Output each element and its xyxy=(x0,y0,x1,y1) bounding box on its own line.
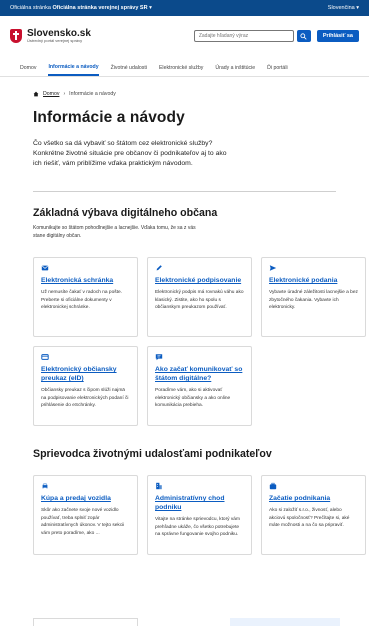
card-title[interactable]: Administratívny chod podniku xyxy=(155,494,245,512)
nav-item-e-services[interactable]: Elektronické služby xyxy=(159,59,203,76)
section-title-business-guide: Sprievodca životnými udalosťami podnikat… xyxy=(33,448,272,460)
briefcase-icon xyxy=(269,482,277,490)
site-header: Slovensko.sk Ústredný portál verejnej sp… xyxy=(0,16,369,56)
section-title-digital-citizen: Základná výbava digitálneho občana xyxy=(33,207,218,219)
feedback-panel-fragment xyxy=(230,618,340,626)
chat-icon xyxy=(155,354,163,361)
card-description: Vybavte úradné záležitosti lacnejšie a b… xyxy=(269,290,358,311)
send-icon xyxy=(269,265,277,271)
card-title[interactable]: Začatie podnikania xyxy=(269,494,359,503)
card-starting-business[interactable]: Začatie podnikania Ako si založiť s.r.o.… xyxy=(261,475,366,555)
card-vehicle-purchase[interactable]: Kúpa a predaj vozidla Skôr ako začnete s… xyxy=(33,475,138,555)
search-icon xyxy=(300,32,307,40)
card-description: Skôr ako začnete svoje nové vozidlo použ… xyxy=(41,508,125,536)
gov-bar-text[interactable]: Oficiálna stránka Oficiálna stránka vere… xyxy=(10,5,152,11)
pen-icon xyxy=(156,265,162,271)
card-e-mailbox[interactable]: Elektronická schránka Už nemusíte čakať … xyxy=(33,257,138,337)
crest-icon xyxy=(10,28,22,43)
card-e-signing[interactable]: Elektronické podpisovanie Elektronický p… xyxy=(147,257,252,337)
card-description: Už nemusíte čakať v radoch na pošte. Pre… xyxy=(41,290,122,311)
card-description: Poradíme vám, ako si aktivovať elektroni… xyxy=(155,388,231,409)
search-button[interactable] xyxy=(296,30,311,42)
card-description: Ako si založiť s.r.o., živnosť, alebo ak… xyxy=(269,508,350,529)
gov-bar-strong: Oficiálna stránka verejnej správy SR xyxy=(52,5,148,11)
language-label: Slovenčina xyxy=(327,5,355,11)
nav-item-home[interactable]: Domov xyxy=(20,59,36,76)
card-title[interactable]: Elektronický občiansky preukaz (eID) xyxy=(41,365,131,383)
card-eid[interactable]: Elektronický občiansky preukaz (eID) Obč… xyxy=(33,346,138,426)
nav-item-portals[interactable]: Ďi portáli xyxy=(267,59,287,76)
card-title[interactable]: Ako začať komunikovať so štátom digitáln… xyxy=(155,365,245,383)
bottom-fragment xyxy=(0,618,369,626)
page-title: Informácie a návody xyxy=(33,109,185,126)
gov-bar-prefix: Oficiálna stránka xyxy=(10,5,51,11)
building-icon xyxy=(156,482,162,490)
site-logo[interactable]: Slovensko.sk Ústredný portál verejnej sp… xyxy=(10,28,91,44)
card-e-submissions[interactable]: Elektronické podania Vybavte úradné zále… xyxy=(261,257,366,337)
home-icon xyxy=(33,91,39,97)
logo-subtitle: Ústredný portál verejnej správy xyxy=(27,37,83,43)
card-description: Občiansky preukaz s čipom slúži najmä na… xyxy=(41,388,129,409)
chevron-right-icon: › xyxy=(63,91,66,97)
card-grid-business-guide: Kúpa a predaj vozidla Skôr ako začnete s… xyxy=(0,475,369,555)
card-description: Vitajte na stránke sprievodcu, ktorý vám… xyxy=(155,517,240,538)
card-title[interactable]: Elektronická schránka xyxy=(41,276,131,285)
card-start-communicating[interactable]: Ako začať komunikovať so štátom digitáln… xyxy=(147,346,252,426)
nav-item-offices[interactable]: Úrady a inštitúcie xyxy=(215,59,255,76)
mailbox-icon xyxy=(41,265,49,271)
breadcrumb-home[interactable]: Domov xyxy=(43,91,59,97)
search-bar xyxy=(193,30,311,42)
card-title[interactable]: Kúpa a predaj vozidla xyxy=(41,494,131,503)
page-lead: Čo všetko sa dá vybaviť so štátom cez el… xyxy=(33,140,227,167)
section-subtitle: Komunikujte so štátom pohodlnejšie a lac… xyxy=(33,225,196,239)
card-fragment xyxy=(33,618,138,626)
search-input[interactable] xyxy=(193,30,294,42)
breadcrumb: Domov › Informácie a návody xyxy=(0,91,369,97)
government-bar: Oficiálna stránka Oficiálna stránka vere… xyxy=(0,0,369,16)
language-selector[interactable]: Slovenčina ▾ xyxy=(328,5,359,11)
main-nav: Domov Informácie a návody Životné udalos… xyxy=(0,59,369,77)
nav-item-info[interactable]: Informácie a návody xyxy=(48,59,99,76)
login-button[interactable]: Prihlásiť sa xyxy=(316,30,359,42)
nav-item-life-events[interactable]: Životné udalosti xyxy=(111,59,147,76)
logo-text: Slovensko.sk Ústredný portál verejnej sp… xyxy=(27,28,91,44)
card-title[interactable]: Elektronické podania xyxy=(269,276,359,285)
card-title[interactable]: Elektronické podpisovanie xyxy=(155,276,245,285)
card-description: Elektronický podpis má rovnakú váhu ako … xyxy=(155,290,244,311)
car-icon xyxy=(42,483,48,489)
card-business-administration[interactable]: Administratívny chod podniku Vitajte na … xyxy=(147,475,252,555)
id-card-icon xyxy=(41,354,49,360)
breadcrumb-current: Informácie a návody xyxy=(69,91,116,97)
divider xyxy=(33,191,336,192)
card-grid-digital-citizen: Elektronická schránka Už nemusíte čakať … xyxy=(0,257,369,426)
